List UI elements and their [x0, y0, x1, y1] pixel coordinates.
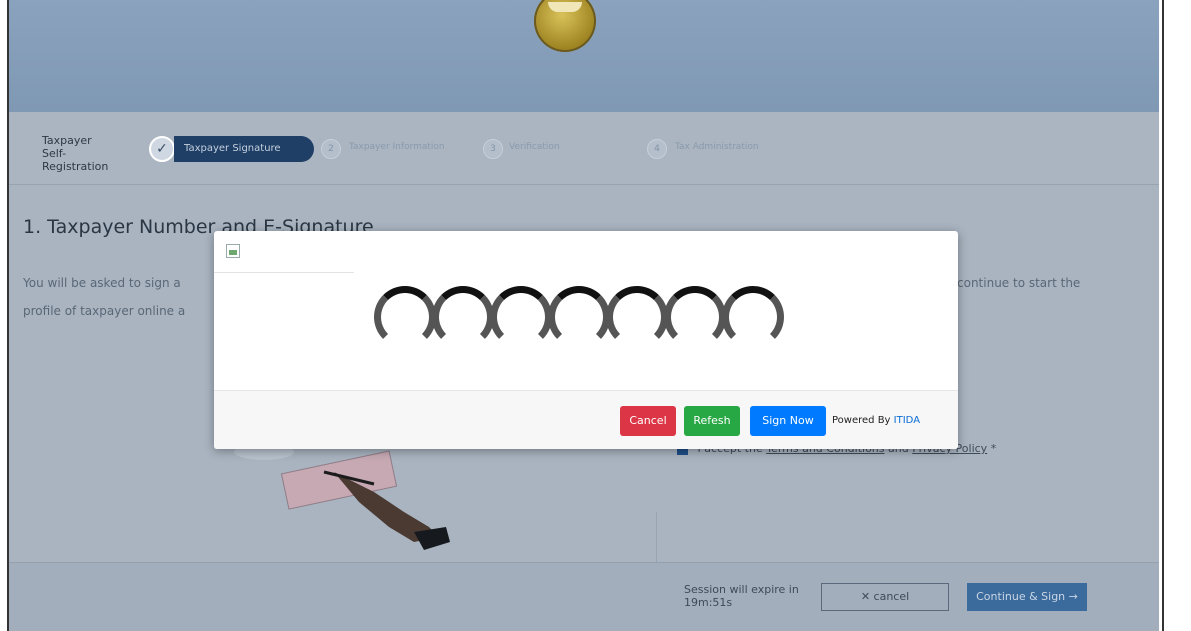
section-description: You will be asked to sign a [23, 276, 181, 290]
loading-spinner [374, 286, 814, 376]
step-4-number: 4 [647, 139, 667, 159]
header-band [9, 0, 1159, 112]
step-3-number: 3 [483, 139, 503, 159]
signing-hand-illustration [234, 444, 450, 550]
registration-stepper: Taxpayer Self-Registration ✓ Taxpayer Si… [9, 112, 1159, 185]
modal-cancel-button[interactable]: Cancel [620, 406, 676, 436]
emblem-logo-icon [534, 0, 596, 52]
check-icon: ✓ [149, 136, 175, 162]
continue-sign-button[interactable]: Continue & Sign → [967, 583, 1087, 611]
spinner-ring-icon [606, 286, 668, 348]
close-icon: ✕ [860, 590, 871, 603]
spinner-ring-icon [432, 286, 494, 348]
sign-now-button[interactable]: Sign Now [750, 406, 826, 436]
window-edge [1162, 0, 1164, 631]
modal-refresh-button[interactable]: Refesh [684, 406, 740, 436]
modal-footer: Cancel Refesh Sign Now Powered By ITIDA [214, 390, 958, 449]
step-2-number: 2 [321, 139, 341, 159]
card-footer: Session will expire in 19m:51s ✕ cancel … [9, 562, 1159, 631]
broken-image-icon [226, 244, 240, 258]
session-timer: Session will expire in 19m:51s [684, 583, 799, 609]
spinner-ring-icon [490, 286, 552, 348]
spinner-ring-icon [722, 286, 784, 348]
arrow-right-icon: → [1068, 590, 1078, 603]
step-taxpayer-signature[interactable]: Taxpayer Signature [174, 136, 314, 162]
spinner-ring-icon [664, 286, 726, 348]
signature-modal: Cancel Refesh Sign Now Powered By ITIDA [214, 231, 958, 449]
powered-by: Powered By ITIDA [832, 415, 921, 426]
footer-cancel-button[interactable]: ✕ cancel [821, 583, 949, 611]
step-taxpayer-information[interactable]: Taxpayer Information [349, 142, 445, 152]
section-description-line2: profile of taxpayer online a [23, 304, 186, 318]
stepper-title: Taxpayer Self-Registration [42, 134, 109, 173]
modal-header-divider [214, 272, 354, 273]
step-tax-administration[interactable]: Tax Administration [675, 142, 759, 152]
spinner-ring-icon [548, 286, 610, 348]
step-verification[interactable]: Verification [509, 142, 560, 152]
spinner-ring-icon [374, 286, 436, 348]
itida-link[interactable]: ITIDA [894, 415, 920, 426]
section-description-right: continue to start the [957, 276, 1081, 290]
